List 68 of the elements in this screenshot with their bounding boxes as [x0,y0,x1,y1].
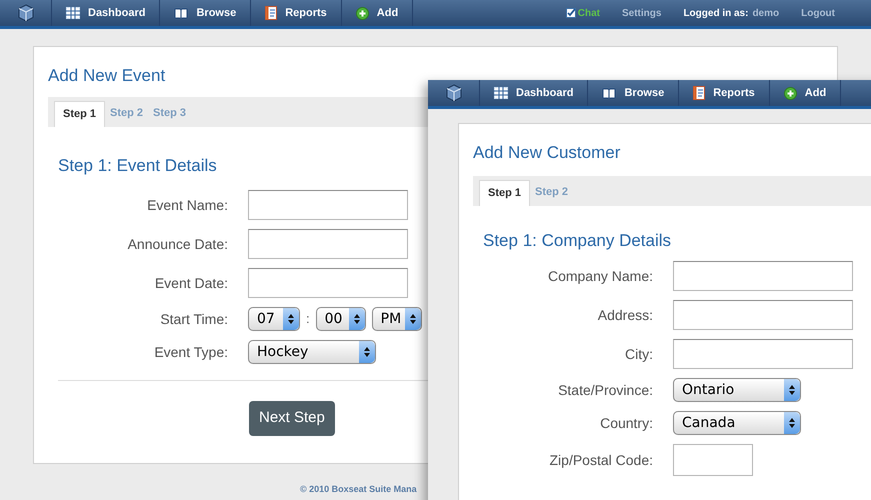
up-down-arrows-icon [364,347,370,357]
up-down-arrows-icon [288,314,294,324]
nav-tab[interactable]: Dashboard [52,0,160,26]
book-icon [602,87,616,99]
field-label: City: [624,344,653,364]
section-title: Step 1: Event Details [58,154,218,176]
dropdown[interactable]: Hockey [248,340,376,364]
page-title: Add New Customer [473,142,620,164]
plus-icon [356,6,369,20]
field-label: Address: [596,306,653,324]
table-icon [66,7,80,19]
time-separator: : [306,310,310,328]
select-value: Ontario [682,380,734,400]
report-icon [265,6,278,20]
nav-tab[interactable]: Add [342,0,414,26]
settings-link[interactable]: Settings [622,6,662,20]
field-label: Event Date: [154,274,228,292]
up-down-arrows-icon [354,314,360,324]
dropdown[interactable]: Ontario [673,378,801,402]
field-label: Event Name: [146,196,228,214]
nav-tab[interactable]: Reports [679,80,770,106]
select-value: 00 [324,310,342,328]
field-label: Country: [599,414,653,433]
page-title: Add New Event [48,65,166,87]
checkbox-icon [566,8,576,18]
footer-text: © 2010 Boxseat Suite Mana [300,484,417,494]
nav-tab[interactable]: Reports [251,0,342,26]
nav-tab[interactable]: Dashboard [480,80,588,106]
nav-tab[interactable]: Add [770,80,842,106]
period-dropdown[interactable]: PM [372,307,422,331]
section-title: Step 1: Company Details [483,230,672,252]
text-field[interactable] [248,268,408,298]
step-tab[interactable]: Step 1 [54,100,106,126]
logout-link[interactable]: Logout [801,6,835,20]
up-down-arrows-icon [789,418,795,428]
text-field[interactable] [673,300,853,330]
field-label: Zip/Postal Code: [548,450,653,470]
select-value: Canada [682,414,736,432]
report-icon [693,86,706,100]
plus-icon [784,86,797,100]
select-value: PM [380,310,402,328]
nav-tab[interactable]: Browse [588,80,680,106]
zip-code-field[interactable] [673,444,753,476]
text-field[interactable] [673,339,853,369]
field-label: Event Type: [153,342,228,362]
table-icon [494,87,508,99]
nav-tab[interactable]: Browse [160,0,252,26]
text-field[interactable] [248,229,408,259]
username: demo [752,6,780,20]
step-tab[interactable]: Step 1 [479,180,530,206]
book-icon [174,7,188,19]
next-step-button[interactable]: Next Step [249,401,335,436]
logged-in-label: Logged in as: [683,6,748,20]
dropdown[interactable]: Canada [673,411,801,435]
select-value: 07 [257,310,275,328]
field-label: Announce Date: [126,234,228,254]
up-down-arrows-icon [410,314,416,324]
text-field[interactable] [673,261,853,291]
cube-logo-icon[interactable] [444,84,462,102]
up-down-arrows-icon [789,385,795,395]
select-value: Hockey [257,342,308,362]
cube-logo-icon[interactable] [16,4,34,22]
minute-dropdown[interactable]: 00 [316,307,366,331]
text-field[interactable] [248,190,408,220]
field-label: State/Province: [557,380,653,400]
field-label: Start Time: [159,310,228,328]
hour-dropdown[interactable]: 07 [248,307,300,331]
field-label: Company Name: [546,266,653,286]
